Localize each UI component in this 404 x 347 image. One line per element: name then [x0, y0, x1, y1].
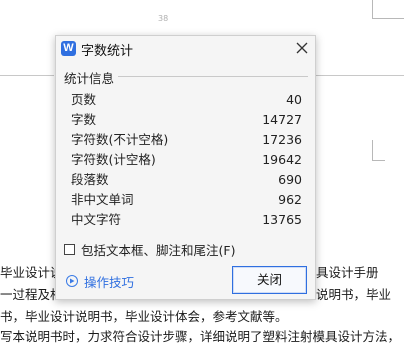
stat-row-chars-no-spaces: 字符数(不计空格) 17236 [71, 130, 302, 150]
stat-row-words: 字数 14727 [71, 110, 302, 130]
document-text-line: 书，毕业设计说明书，毕业设计体会，参考文献等。 [0, 309, 288, 324]
stat-label: 段落数 [71, 172, 109, 187]
page-header-rule-right [316, 75, 404, 76]
close-button[interactable] [292, 38, 312, 58]
stat-label: 页数 [71, 92, 97, 107]
include-textboxes-checkbox[interactable] [64, 243, 75, 255]
tips-link[interactable]: 操作技巧 [66, 271, 134, 291]
page-number: 38 [158, 14, 169, 23]
document-text-line: 说明书，毕业 [316, 287, 392, 302]
statistics-group-label: 统计信息 [64, 71, 115, 86]
stat-value: 13765 [262, 212, 302, 227]
stat-label: 非中文单词 [71, 192, 134, 207]
stat-label: 中文字符 [71, 212, 122, 227]
stat-value: 17236 [262, 132, 302, 147]
stat-label: 字数 [71, 112, 97, 127]
stat-value: 690 [278, 172, 302, 187]
dialog-title: 字数统计 [81, 44, 134, 59]
include-textboxes-label[interactable]: 包括文本框、脚注和尾注(F) [81, 240, 235, 259]
stat-row-pages: 页数 40 [71, 90, 302, 110]
page-corner-mark-bottom [372, 140, 385, 161]
stat-row-chinese-chars: 中文字符 13765 [71, 210, 302, 230]
close-icon [296, 42, 308, 54]
word-count-dialog: W 字数统计 统计信息 页数 40 字数 14727 字符数(不计空格) 172… [55, 35, 316, 300]
document-text-line: 具设计手册 [316, 265, 379, 280]
tips-label[interactable]: 操作技巧 [84, 272, 134, 291]
document-text-line: 毕业设计说明 [0, 265, 56, 280]
stat-value: 19642 [262, 152, 302, 167]
page-corner-mark-top-line [372, 18, 404, 20]
document-text-line: 一过程及相 [0, 287, 56, 302]
close-dialog-button[interactable]: 关闭 [232, 266, 307, 294]
stat-row-non-chinese-words: 非中文单词 962 [71, 190, 302, 210]
statistics-group-divider [118, 76, 308, 77]
stat-value: 962 [278, 192, 302, 207]
stat-row-chars-with-spaces: 字符数(计空格) 19642 [71, 150, 302, 170]
wps-writer-icon: W [61, 41, 76, 56]
page-corner-mark-top [372, 0, 385, 18]
stat-value: 14727 [262, 112, 302, 127]
page-header-rule-left [0, 75, 54, 76]
stat-value: 40 [286, 92, 302, 107]
play-triangle-icon [70, 278, 75, 284]
stat-row-paragraphs: 段落数 690 [71, 170, 302, 190]
play-circle-icon [66, 275, 78, 287]
stat-label: 字符数(不计空格) [71, 132, 169, 147]
dialog-titlebar[interactable]: W 字数统计 [56, 36, 315, 62]
document-text-line: 写本说明书时，力求符合设计步骤，详细说明了塑料注射模具设计方法， [0, 329, 401, 344]
include-textboxes-footnotes-option[interactable]: 包括文本框、脚注和尾注(F) [64, 240, 235, 258]
stat-label: 字符数(计空格) [71, 152, 156, 167]
